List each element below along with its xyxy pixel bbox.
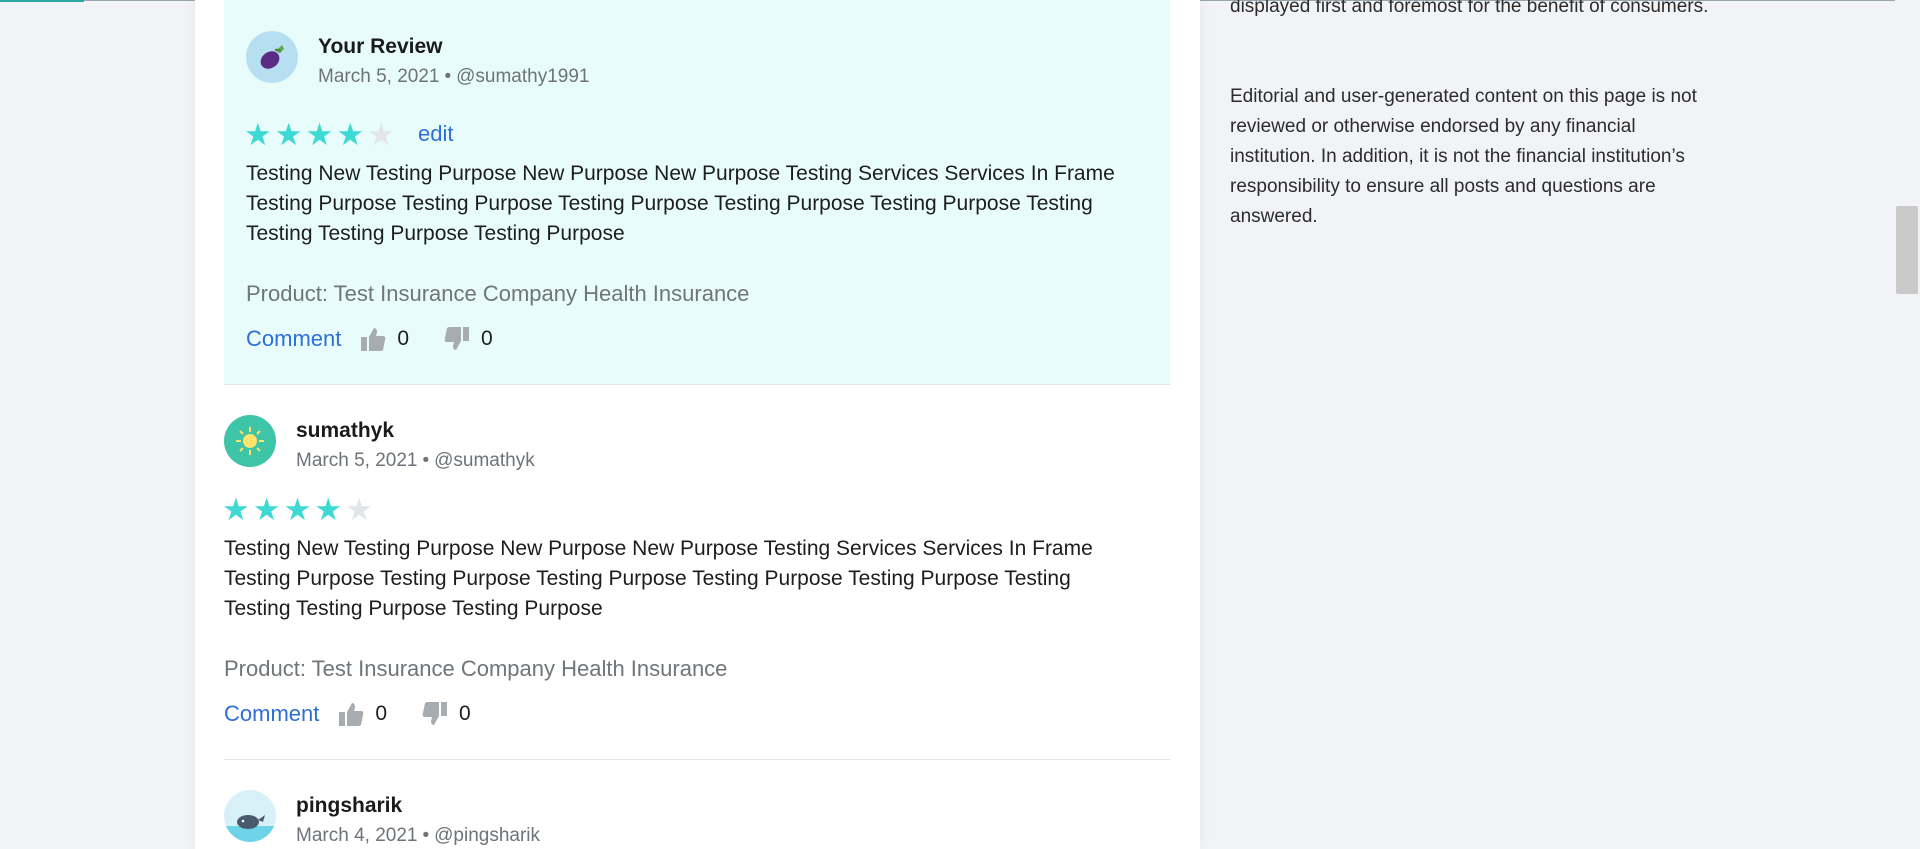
avatar [224, 790, 276, 842]
reviews-panel: Your Review March 5, 2021 • @sumathy1991 ★… [195, 0, 1200, 849]
star-icon: ★ [314, 492, 343, 527]
like-count: 0 [397, 327, 410, 350]
own-review-card: Your Review March 5, 2021 • @sumathy1991 ★… [224, 0, 1170, 384]
meta-separator: • [444, 66, 452, 87]
thumbs-up-icon[interactable] [359, 325, 387, 353]
whale-icon [224, 815, 276, 842]
star-empty-icon: ★ [345, 492, 373, 527]
review-text: Testing New Testing Purpose New Purpose … [246, 162, 1115, 245]
review-date: March 5, 2021 [296, 450, 418, 471]
comment-button[interactable]: Comment [224, 701, 319, 727]
star-icon: ★ [222, 492, 250, 527]
dislike-count: 0 [481, 327, 493, 350]
edit-review-link[interactable]: edit [418, 121, 453, 147]
star-icon: ★ [252, 492, 281, 527]
thumbs-down-icon[interactable] [421, 700, 449, 728]
meta-separator: • [422, 825, 430, 846]
star-empty-icon: ★ [367, 117, 395, 152]
eggplant-icon [260, 45, 284, 69]
avatar [246, 31, 298, 83]
star-icon: ★ [336, 117, 365, 152]
star-icon: ★ [305, 117, 334, 152]
like-count: 0 [375, 702, 388, 725]
star-rating: ★ ★ ★ ★ ★ [222, 494, 373, 525]
reviewer-name: sumathyk [296, 419, 395, 442]
review-meta: March 4, 2021 • @pingsharik [296, 825, 540, 847]
reviewer-handle: @pingsharik [434, 825, 541, 846]
review-actions: Comment 0 0 [246, 324, 527, 354]
review-text: Testing New Testing Purpose New Purpose … [224, 537, 1093, 620]
review-date: March 5, 2021 [318, 66, 440, 87]
review-product: Product: Test Insurance Company Health I… [224, 656, 728, 681]
meta-separator: • [422, 450, 430, 471]
review-product: Product: Test Insurance Company Health I… [246, 281, 750, 306]
star-icon: ★ [283, 492, 312, 527]
scrollbar-thumb[interactable] [1896, 206, 1918, 294]
reviewer-handle: @sumathyk [434, 450, 535, 471]
disclaimer-tail: displayed first and foremost for the ben… [1230, 0, 1709, 17]
star-icon: ★ [274, 117, 303, 152]
disclaimer-paragraph: Editorial and user-generated content on … [1230, 86, 1697, 227]
reviewer-name: pingsharik [296, 794, 403, 817]
review-actions: Comment 0 0 [224, 699, 505, 729]
avatar [224, 415, 276, 467]
thumbs-up-icon[interactable] [337, 700, 365, 728]
star-icon: ★ [244, 117, 272, 152]
review-date: March 4, 2021 [296, 825, 418, 846]
review-card: pingsharik March 4, 2021 • @pingsharik [224, 760, 1170, 849]
top-accent-bar [0, 0, 84, 2]
dislike-count: 0 [459, 702, 471, 725]
review-meta: March 5, 2021 • @sumathy1991 [318, 66, 590, 88]
reviewer-name: Your Review [318, 35, 443, 58]
scrollbar-track[interactable] [1895, 0, 1920, 849]
comment-button[interactable]: Comment [246, 326, 341, 352]
thumbs-down-icon[interactable] [443, 325, 471, 353]
review-card: sumathyk March 5, 2021 • @sumathyk ★ ★ ★ ★… [222, 385, 1170, 760]
review-meta: March 5, 2021 • @sumathyk [296, 450, 535, 472]
reviewer-handle: @sumathy1991 [456, 66, 590, 87]
star-rating: ★ ★ ★ ★ ★ [244, 119, 395, 150]
sun-icon [236, 427, 264, 455]
